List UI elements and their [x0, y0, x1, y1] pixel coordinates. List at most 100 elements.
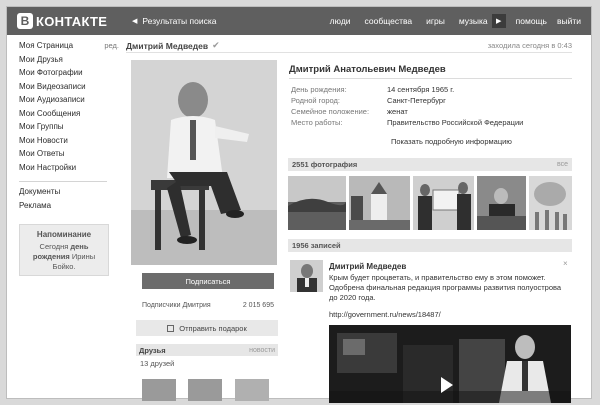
send-gift-label: Отправить подарок [179, 323, 247, 333]
reminder-title: Напоминание [36, 230, 92, 239]
info-row-relationship: Семейное положение: женат [291, 107, 523, 118]
photo-thumbnail[interactable] [288, 176, 346, 230]
friends-title[interactable]: Друзья [139, 346, 166, 355]
nav-games[interactable]: игры [426, 16, 445, 26]
logo-badge: В [17, 13, 33, 29]
reminder-text: Ирины [69, 252, 96, 261]
info-value: женат [387, 107, 408, 116]
logo-text: КОНТАКТЕ [36, 13, 108, 29]
info-value[interactable]: Санкт-Петербург [387, 96, 446, 107]
wall-section-header: 1956 записей [288, 239, 572, 252]
play-icon[interactable]: ▶ [491, 14, 506, 28]
info-row-birthday: День рождения: 14 сентября 1965 г. [291, 85, 523, 96]
show-more-info-link[interactable]: Показать подробную информацию [391, 137, 512, 146]
profile-photo-image [131, 60, 277, 265]
sidebar-item-ads[interactable]: Реклама [19, 201, 119, 215]
divider [19, 181, 107, 182]
nav-music[interactable]: музыка [459, 16, 488, 26]
nav-help[interactable]: помощь [516, 16, 547, 26]
profile-photo[interactable] [131, 60, 277, 265]
verified-icon: ✔ [212, 40, 220, 50]
sidebar-item-photos[interactable]: Мои Фотографии [19, 68, 119, 82]
close-icon[interactable]: × [563, 259, 568, 268]
sidebar-item-label: Мои Фотографии [19, 68, 83, 77]
followers-label: Подписчики Дмитрия [142, 302, 211, 309]
sidebar-item-label: Мои Аудиозаписи [19, 95, 85, 104]
photo-image [349, 176, 410, 230]
sidebar-item-label: Мои Сообщения [19, 108, 81, 118]
friends-count[interactable]: 13 друзей [140, 359, 174, 368]
post-video[interactable] [329, 325, 571, 403]
logo[interactable]: В КОНТАКТЕ [17, 13, 127, 29]
info-value[interactable]: Правительство Российской Федерации [387, 118, 523, 129]
play-icon[interactable] [441, 377, 453, 393]
info-value[interactable]: 14 сентября 1965 г. [387, 85, 454, 96]
photo-image [413, 176, 474, 230]
sidebar-item-groups[interactable]: Мои Группы [19, 122, 119, 136]
sidebar-item-label: Мои Друзья [19, 54, 63, 64]
sidebar-item-answers[interactable]: Мои Ответы [19, 149, 119, 163]
friends-section-header: Друзья новости [136, 344, 278, 356]
info-row-hometown: Родной город: Санкт-Петербург [291, 96, 523, 107]
sidebar-item-documents[interactable]: Документы [19, 187, 119, 201]
photo-thumbnail[interactable] [413, 176, 474, 230]
reminder-text-bold: день [70, 242, 89, 251]
reminder-text-bold: рождения [32, 252, 70, 261]
sidebar-item-label: Мои Настройки [19, 162, 77, 172]
sidebar-item-settings[interactable]: Мои Настройки [19, 163, 119, 177]
sidebar-item-messages[interactable]: Мои Сообщения [19, 109, 119, 123]
friend-thumbnail[interactable] [235, 379, 269, 401]
post-text: Крым будет процветать, и правительство е… [329, 273, 562, 302]
edit-link[interactable]: ред. [104, 41, 119, 55]
gift-icon [167, 324, 175, 332]
top-nav: люди сообщества игры музыка ▶ помощь вый… [316, 14, 581, 28]
info-key: Место работы: [291, 118, 343, 127]
friend-thumbnail[interactable] [142, 379, 176, 401]
info-key: Семейное положение: [291, 107, 370, 116]
sidebar-item-label: Моя Страница [19, 41, 74, 50]
photo-thumbnail[interactable] [477, 176, 526, 230]
back-to-search-link[interactable]: ◀ Результаты поиска [132, 16, 216, 26]
profile-info: День рождения: 14 сентября 1965 г. Родно… [291, 85, 523, 129]
friend-thumbnail[interactable] [188, 379, 222, 401]
send-gift-button[interactable]: Отправить подарок [136, 320, 278, 336]
sidebar-item-friends[interactable]: Мои Друзья [19, 55, 119, 69]
profile-full-name: Дмитрий Анатольевич Медведев [289, 64, 446, 75]
photo-image [529, 176, 572, 230]
reminder-body[interactable]: Сегодня день рождения Ирины Бойко. [20, 242, 108, 272]
chevron-left-icon: ◀ [132, 18, 138, 25]
info-key: Родной город: [291, 96, 341, 105]
reminder-text: Сегодня [39, 242, 71, 251]
wall-title[interactable]: 1956 записей [292, 241, 341, 250]
sidebar-item-news[interactable]: Мои Новости [19, 136, 119, 150]
birthday-reminder: Напоминание Сегодня день рождения Ирины … [19, 224, 109, 276]
nav-logout[interactable]: выйти [557, 16, 581, 26]
post-author-avatar[interactable] [290, 260, 323, 292]
photos-title[interactable]: 2551 фотография [292, 160, 357, 169]
friends-news-link[interactable]: новости [249, 347, 275, 354]
sidebar-item-videos[interactable]: Мои Видеозаписи [19, 82, 119, 96]
followers-count: 2 015 695 [242, 302, 274, 309]
sidebar-item-label: Документы [19, 187, 61, 196]
profile-short-name: Дмитрий Медведев [126, 40, 209, 51]
profile-header: Дмитрий Медведев ✔ заходила сегодня в 0:… [126, 39, 572, 53]
post-author-name[interactable]: Дмитрий Медведев [329, 262, 406, 271]
subscribe-button[interactable]: Подписаться [142, 273, 274, 289]
divider [289, 78, 572, 79]
followers-row[interactable]: Подписчики Дмитрия 2 015 695 [142, 302, 274, 309]
reminder-text: Бойко. [52, 262, 76, 271]
info-key: День рождения: [291, 85, 347, 94]
top-bar: В КОНТАКТЕ ◀ Результаты поиска люди сооб… [7, 7, 591, 35]
sidebar-item-label: Реклама [19, 200, 52, 210]
sidebar-item-label: Мои Новости [19, 135, 68, 145]
photo-thumbnail[interactable] [349, 176, 410, 230]
post-link[interactable]: http://government.ru/news/18487/ [329, 310, 441, 319]
nav-people[interactable]: люди [330, 16, 351, 26]
sidebar-item-audio[interactable]: Мои Аудиозаписи [19, 95, 119, 109]
nav-communities[interactable]: сообщества [365, 16, 413, 26]
sidebar-item-my-page[interactable]: Моя Страница ред. [19, 41, 119, 55]
photos-all-link[interactable]: все [557, 161, 568, 168]
sidebar-item-label: Мои Ответы [19, 149, 65, 158]
photo-thumbnail[interactable] [529, 176, 572, 230]
photo-image [477, 176, 526, 230]
